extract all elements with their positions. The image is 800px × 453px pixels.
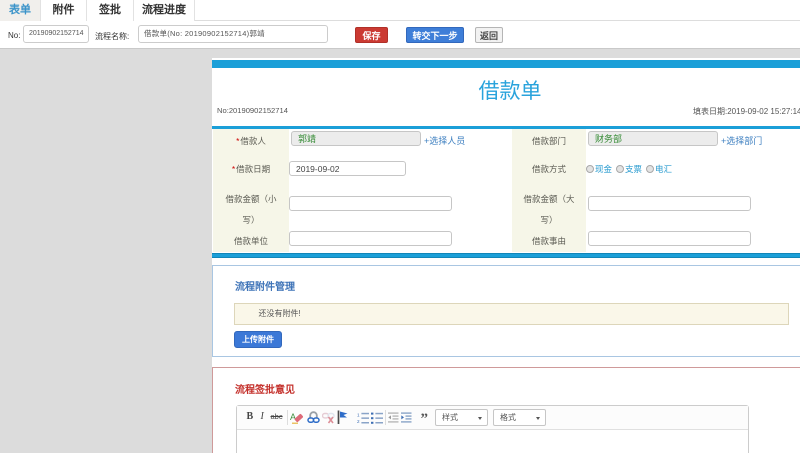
- svg-text:1: 1: [357, 412, 360, 417]
- svg-text:A: A: [290, 412, 296, 422]
- svg-text:2: 2: [357, 419, 360, 424]
